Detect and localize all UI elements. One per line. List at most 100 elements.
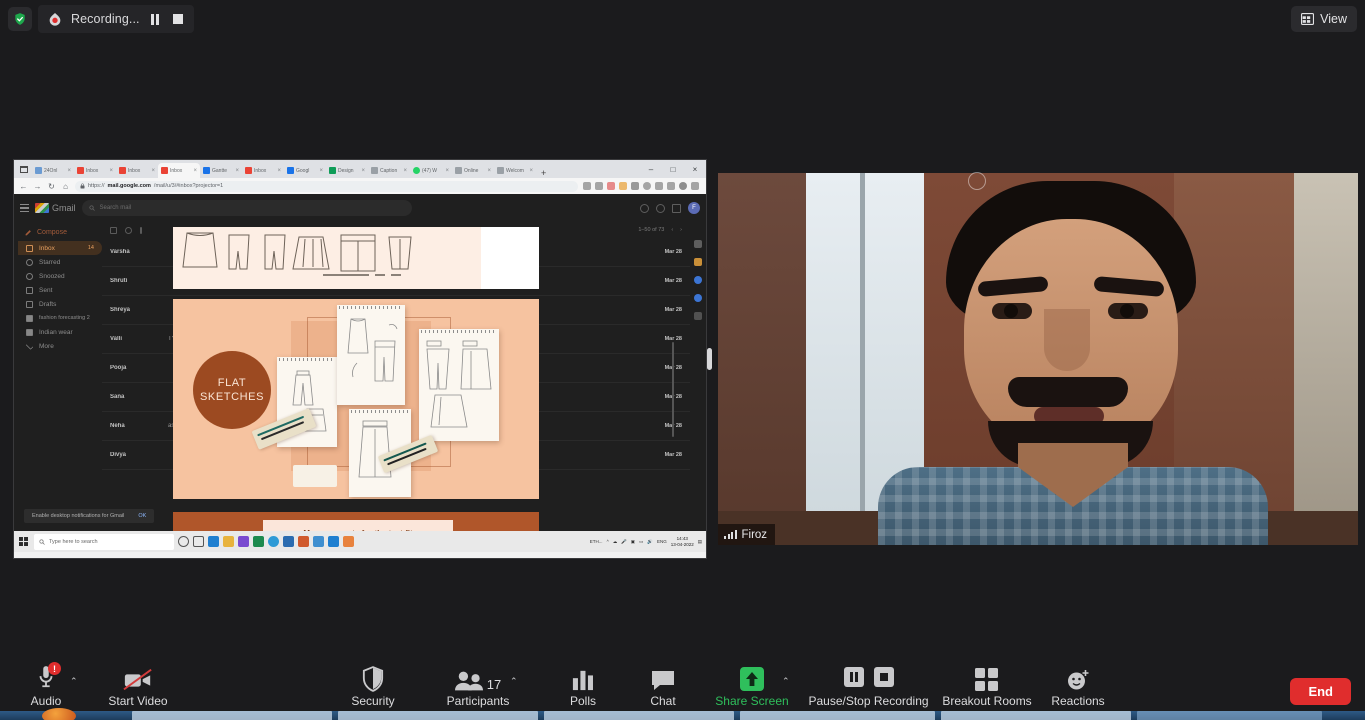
share-options-chevron-icon[interactable]: ⌃	[782, 676, 790, 687]
reload-icon[interactable]: ↻	[47, 182, 56, 191]
sidebar-item-more[interactable]: More	[18, 339, 102, 353]
tab-close-icon[interactable]: ×	[319, 168, 323, 174]
compose-button[interactable]: Compose	[18, 224, 102, 241]
refresh-icon[interactable]	[125, 226, 132, 234]
read-aloud-icon[interactable]	[583, 182, 591, 190]
tab-close-icon[interactable]: ×	[193, 168, 197, 174]
maximize-button[interactable]: □	[662, 161, 684, 177]
tab-close-icon[interactable]: ×	[109, 168, 113, 174]
split-screen-icon[interactable]	[667, 182, 675, 190]
action-center-icon[interactable]: ▤	[698, 539, 702, 545]
taskbar-window-active[interactable]	[1137, 711, 1322, 720]
task-view-icon[interactable]	[193, 536, 204, 547]
onedrive-icon[interactable]: ☁	[613, 539, 618, 545]
forward-icon[interactable]: →	[33, 182, 42, 191]
security-button[interactable]: Security	[327, 662, 419, 708]
new-tab-button[interactable]: +	[536, 168, 551, 178]
sidebar-item-fashion-forecasting-2[interactable]: fashion forecasting 2	[18, 311, 102, 325]
collections-icon[interactable]	[595, 182, 603, 190]
taskbar-window[interactable]	[941, 711, 1131, 720]
keep-icon[interactable]	[694, 258, 702, 266]
stocks-ticker-label[interactable]: ETH...	[590, 539, 603, 544]
next-page-icon[interactable]: ›	[680, 227, 682, 233]
app-icon[interactable]	[298, 536, 309, 547]
battery-icon[interactable]: ▭	[639, 539, 643, 545]
language-indicator[interactable]: ENG	[657, 539, 667, 544]
support-icon[interactable]	[640, 203, 649, 213]
shared-screen-browser-window[interactable]: 24Onl × Inbox × Inbox × Inbox × Gantte × Inbo…	[14, 160, 706, 558]
audio-options-chevron-icon[interactable]: ⌃	[70, 676, 78, 687]
share-resize-handle[interactable]	[707, 348, 712, 370]
tab-close-icon[interactable]: ×	[487, 168, 491, 174]
toast-ok-button[interactable]: OK	[138, 513, 146, 519]
search-input[interactable]: Search mail	[81, 200, 412, 216]
scrollbar[interactable]	[671, 342, 674, 437]
extension-orange-icon[interactable]	[619, 182, 627, 190]
calendar-icon[interactable]	[694, 240, 702, 248]
polls-button[interactable]: Polls	[537, 662, 629, 708]
participants-options-chevron-icon[interactable]: ⌃	[510, 676, 518, 687]
sidebar-item-snoozed[interactable]: Snoozed	[18, 269, 102, 283]
browser-tab[interactable]: (47) W ×	[410, 163, 452, 178]
add-on-icon[interactable]	[694, 312, 702, 320]
browser-tab[interactable]: Caption ×	[368, 163, 410, 178]
home-icon[interactable]: ⌂	[61, 182, 70, 191]
edge-icon[interactable]	[268, 536, 279, 547]
audio-button[interactable]: ! Audio ⌃	[0, 662, 92, 708]
sidebar-item-indian-wear[interactable]: Indian wear	[18, 325, 102, 339]
tab-close-icon[interactable]: ×	[235, 168, 239, 174]
more-menu-icon[interactable]	[691, 182, 699, 190]
url-input[interactable]: https://mail.google.com/mail/u/3/#inbox?…	[75, 180, 578, 192]
app-icon[interactable]	[343, 536, 354, 547]
sidebar-item-drafts[interactable]: Drafts	[18, 297, 102, 311]
browser-tab[interactable]: Inbox ×	[116, 163, 158, 178]
powerpoint-icon[interactable]	[238, 536, 249, 547]
tab-close-icon[interactable]: ×	[151, 168, 155, 174]
taskbar-window[interactable]	[338, 711, 538, 720]
more-options-icon[interactable]	[140, 226, 142, 234]
tab-close-icon[interactable]: ×	[445, 168, 449, 174]
show-hidden-icons[interactable]: ^	[607, 539, 609, 544]
browser-tab-active[interactable]: Inbox ×	[158, 163, 200, 178]
avatar[interactable]: F	[688, 202, 700, 214]
tab-close-icon[interactable]: ×	[361, 168, 365, 174]
taskbar-clock[interactable]: 14:43 13-04-2022	[671, 536, 694, 547]
pause-stop-recording-button[interactable]: Pause/Stop Recording	[808, 662, 929, 708]
tab-close-icon[interactable]: ×	[277, 168, 281, 174]
file-explorer-icon[interactable]	[223, 536, 234, 547]
pause-recording-icon[interactable]	[147, 11, 163, 27]
settings-gear-icon[interactable]	[656, 203, 665, 213]
google-apps-icon[interactable]	[672, 203, 681, 213]
stop-recording-icon[interactable]	[170, 11, 186, 27]
history-icon[interactable]	[643, 182, 651, 190]
taskbar-window[interactable]	[740, 711, 935, 720]
taskbar-search-input[interactable]: Type here to search	[34, 533, 174, 550]
contacts-icon[interactable]	[694, 294, 702, 302]
video-tile-handle[interactable]	[968, 172, 986, 190]
app-icon[interactable]	[328, 536, 339, 547]
browser-tab[interactable]: Inbox ×	[74, 163, 116, 178]
app-icon[interactable]	[313, 536, 324, 547]
back-icon[interactable]: ←	[19, 182, 28, 191]
breakout-rooms-button[interactable]: Breakout Rooms	[941, 662, 1033, 708]
close-button[interactable]: ×	[684, 161, 706, 177]
browser-tab[interactable]: Design ×	[326, 163, 368, 178]
windows-start-button[interactable]	[16, 531, 30, 552]
taskbar-window[interactable]	[544, 711, 734, 720]
sidebar-item-starred[interactable]: Starred	[18, 255, 102, 269]
sidebar-item-sent[interactable]: Sent	[18, 283, 102, 297]
security-shield-icon[interactable]	[8, 7, 32, 31]
browser-tab[interactable]: Online ×	[452, 163, 494, 178]
excel-icon[interactable]	[253, 536, 264, 547]
start-video-button[interactable]: Start Video	[92, 662, 184, 708]
browser-tab[interactable]: 24Onl ×	[32, 163, 74, 178]
store-icon[interactable]	[208, 536, 219, 547]
end-meeting-button[interactable]: End	[1290, 678, 1351, 705]
tasks-icon[interactable]	[694, 276, 702, 284]
cortana-icon[interactable]	[178, 536, 189, 547]
profile-icon[interactable]	[679, 182, 687, 190]
sidebar-item-inbox[interactable]: Inbox 14	[18, 241, 102, 255]
volume-icon[interactable]: 🔊	[647, 539, 653, 545]
browser-tab-overview-icon[interactable]	[16, 160, 32, 178]
extension-red-icon[interactable]	[607, 182, 615, 190]
